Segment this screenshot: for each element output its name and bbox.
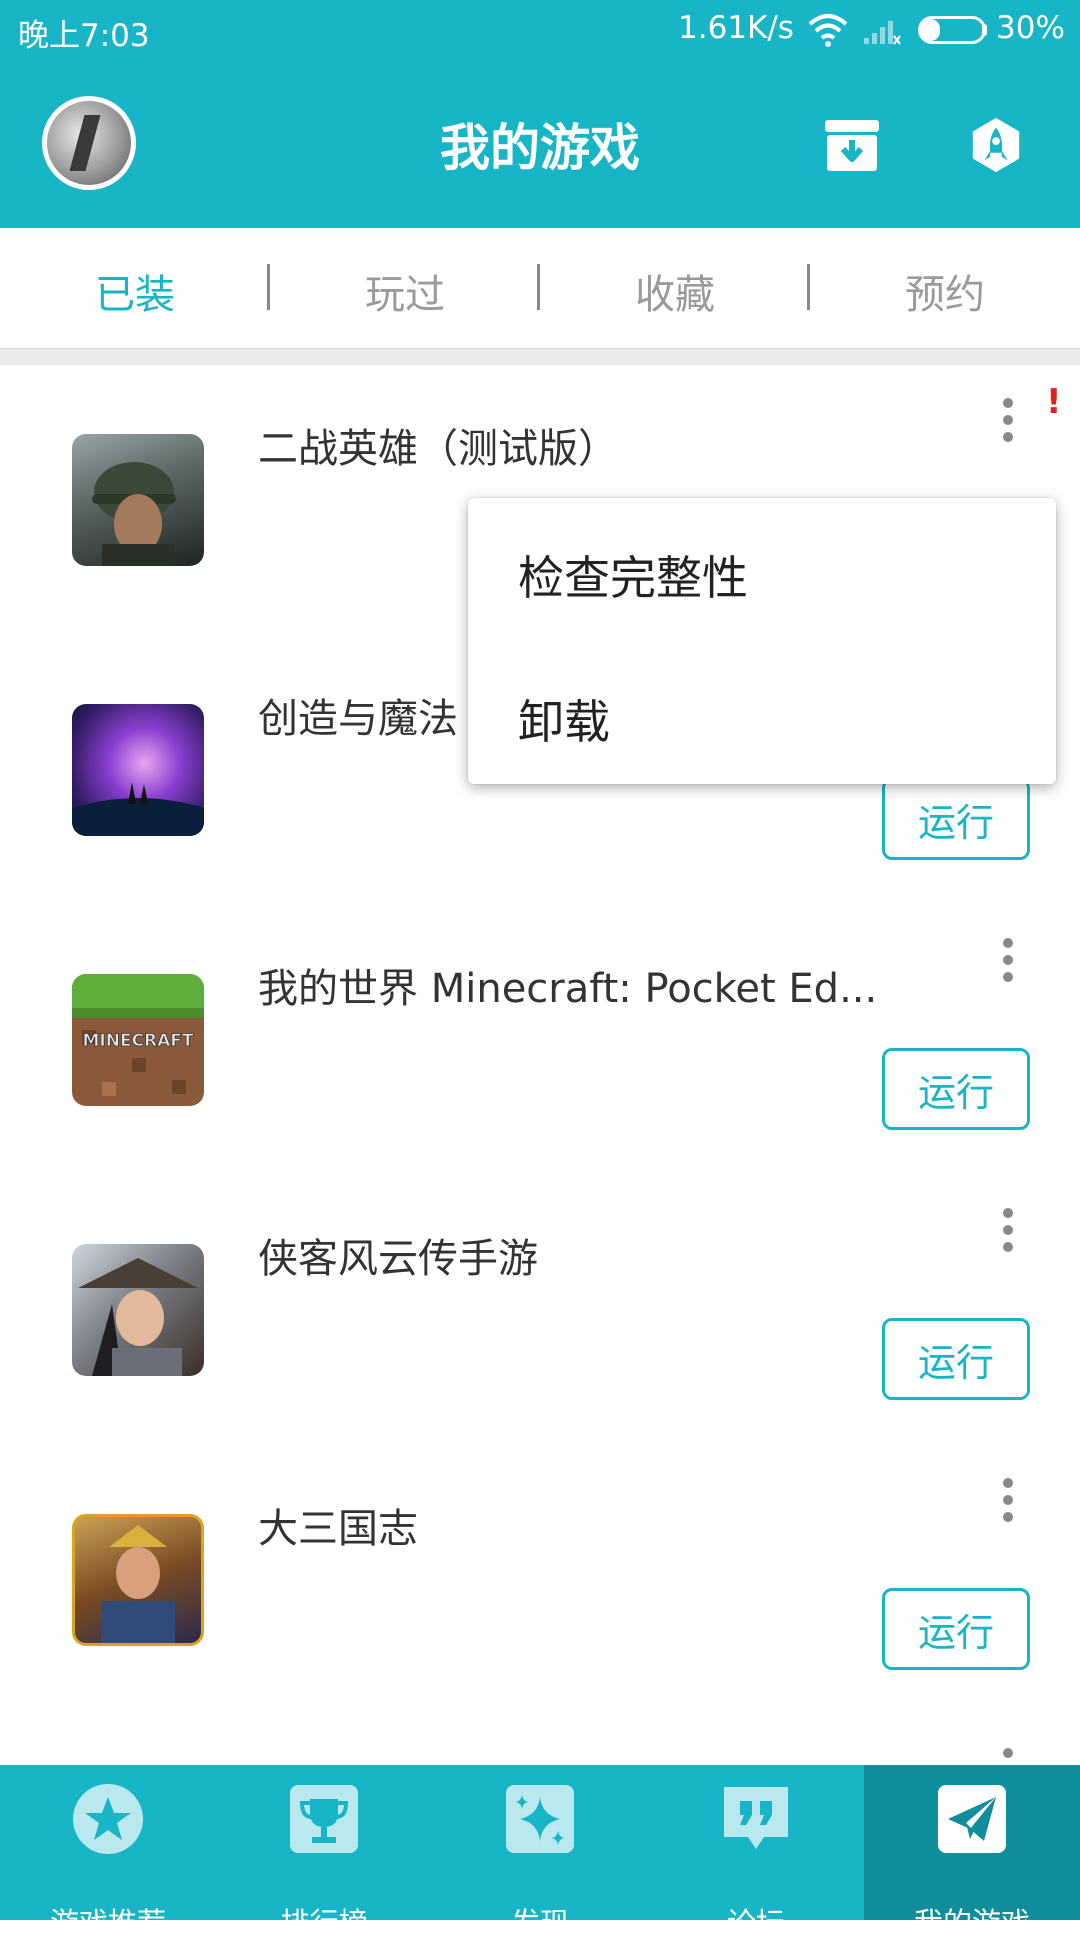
game-icon-ww2[interactable] xyxy=(72,434,204,566)
paper-plane-icon xyxy=(938,1785,1006,1853)
nav-label: 发现 xyxy=(510,1906,569,1940)
tab-installed[interactable]: 已装 xyxy=(0,262,270,320)
nav-label: 排行榜 xyxy=(280,1906,368,1940)
minecraft-block-image: MINECRAFT xyxy=(72,974,204,1096)
game-name: 我的世界 Minecraft: Pocket Ed... xyxy=(258,966,878,1012)
magic-scene-image xyxy=(72,782,204,836)
status-time: 晚上7:03 xyxy=(18,18,150,54)
alert-mark: ! xyxy=(1046,382,1062,422)
soldier-image xyxy=(92,462,176,566)
rocket-icon[interactable] xyxy=(966,116,1026,174)
game-name: 侠客风云传手游 xyxy=(258,1236,538,1282)
signal-icon xyxy=(864,21,901,45)
game-name: 大三国志 xyxy=(258,1506,418,1552)
battery-nub xyxy=(982,24,987,36)
star-icon xyxy=(73,1784,143,1854)
game-name: 创造与魔法 xyxy=(258,696,458,742)
game-icon-minecraft[interactable]: MINECRAFT xyxy=(72,974,204,1106)
tab-reserved[interactable]: 预约 xyxy=(810,262,1080,320)
trophy-icon xyxy=(290,1785,358,1853)
status-net-speed: 1.61K/s xyxy=(678,10,794,46)
more-vertical-icon[interactable] xyxy=(1000,1747,1016,1765)
nav-label: 论坛 xyxy=(726,1906,785,1940)
nav-label: 我的游戏 xyxy=(913,1906,1030,1940)
battery-percent: 30% xyxy=(996,10,1065,46)
nav-label: 游戏推荐 xyxy=(49,1906,166,1940)
tab-favorites[interactable]: 收藏 xyxy=(540,262,810,320)
warlord-image xyxy=(101,1525,175,1643)
more-vertical-icon[interactable] xyxy=(1000,1477,1016,1523)
game-icon-xiake[interactable] xyxy=(72,1244,204,1376)
run-button[interactable]: 运行 xyxy=(882,778,1030,860)
download-box-icon[interactable] xyxy=(823,116,881,174)
menu-item-uninstall[interactable]: 卸载 xyxy=(518,686,610,752)
sparkle-icon xyxy=(506,1785,574,1853)
quote-icon xyxy=(724,1787,788,1849)
more-vertical-icon[interactable] xyxy=(1000,397,1016,443)
game-icon-sanguo[interactable] xyxy=(72,1514,204,1646)
game-name: 二战英雄（测试版） xyxy=(258,426,618,472)
run-button[interactable]: 运行 xyxy=(882,1048,1030,1130)
page-title: 我的游戏 xyxy=(440,119,640,177)
battery-icon xyxy=(918,16,986,44)
tab-divider xyxy=(0,348,1080,365)
menu-item-check-integrity[interactable]: 检查完整性 xyxy=(518,542,748,608)
run-button[interactable]: 运行 xyxy=(882,1318,1030,1400)
minecraft-logo-text: MINECRAFT xyxy=(82,1031,193,1051)
run-button[interactable]: 运行 xyxy=(882,1588,1030,1670)
swordsman-image xyxy=(78,1258,198,1376)
tab-played[interactable]: 玩过 xyxy=(270,262,540,320)
wifi-icon xyxy=(808,14,848,47)
game-icon-creation-magic[interactable] xyxy=(72,704,204,836)
battery-fill xyxy=(921,19,940,41)
more-vertical-icon[interactable] xyxy=(1000,937,1016,983)
more-vertical-icon[interactable] xyxy=(1000,1207,1016,1253)
